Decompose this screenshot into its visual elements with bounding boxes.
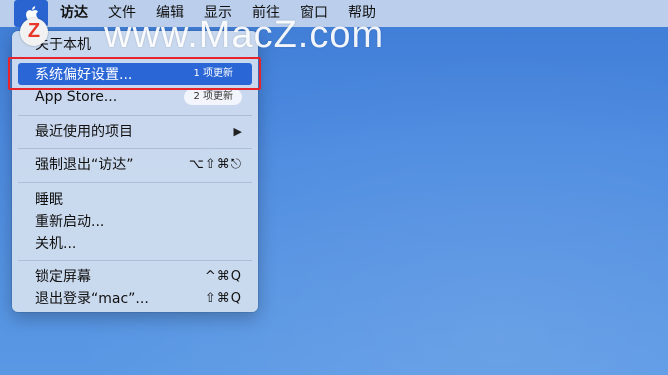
- menu-row-system-preferences[interactable]: 系统偏好设置... 1 项更新: [18, 63, 252, 85]
- apple-icon: [25, 5, 38, 22]
- menu-help[interactable]: 帮助: [338, 0, 386, 27]
- menu-row-recent-items[interactable]: 最近使用的项目 ▶: [18, 120, 252, 142]
- menu-row-logout[interactable]: 退出登录“mac”... ⇧⌘Q: [18, 287, 252, 309]
- force-quit-label: 强制退出“访达”: [35, 157, 134, 173]
- lock-screen-label: 锁定屏幕: [35, 269, 91, 285]
- shutdown-label: 关机...: [35, 236, 77, 252]
- restart-label: 重新启动...: [35, 214, 105, 230]
- logout-shortcut: ⇧⌘Q: [204, 290, 242, 306]
- desktop: 访达 文件 编辑 显示 前往 窗口 帮助 Z www.MacZ.com 关于本机…: [0, 0, 668, 375]
- menu-separator: [18, 260, 252, 261]
- recent-items-label: 最近使用的项目: [35, 124, 133, 140]
- sleep-label: 睡眠: [35, 192, 63, 208]
- menu-row-about[interactable]: 关于本机: [18, 33, 252, 55]
- logout-label: 退出登录“mac”...: [35, 291, 149, 307]
- about-label: 关于本机: [35, 37, 91, 53]
- menu-row-shutdown[interactable]: 关机...: [18, 232, 252, 254]
- menu-finder[interactable]: 访达: [48, 0, 98, 27]
- app-store-label: App Store...: [35, 89, 118, 105]
- apple-menu-dropdown: 关于本机 系统偏好设置... 1 项更新 App Store... 2 项更新 …: [12, 31, 258, 312]
- menu-row-lock-screen[interactable]: 锁定屏幕 ^⌘Q: [18, 265, 252, 287]
- system-preferences-label: 系统偏好设置...: [35, 67, 133, 83]
- menu-separator: [18, 115, 252, 116]
- force-quit-shortcut: ⌥⇧⌘⎋: [188, 156, 242, 172]
- update-badge: 2 项更新: [184, 89, 242, 105]
- menu-bar: 访达 文件 编辑 显示 前往 窗口 帮助: [0, 0, 668, 27]
- submenu-arrow-icon: ▶: [233, 124, 242, 138]
- update-badge: 1 项更新: [184, 66, 242, 82]
- menu-view[interactable]: 显示: [194, 0, 242, 27]
- menu-edit[interactable]: 编辑: [146, 0, 194, 27]
- lock-screen-shortcut: ^⌘Q: [204, 268, 242, 284]
- menu-row-sleep[interactable]: 睡眠: [18, 188, 252, 210]
- menu-file[interactable]: 文件: [98, 0, 146, 27]
- menu-window[interactable]: 窗口: [290, 0, 338, 27]
- menu-go[interactable]: 前往: [242, 0, 290, 27]
- menu-row-restart[interactable]: 重新启动...: [18, 210, 252, 232]
- menu-separator: [18, 58, 252, 59]
- apple-menu-button[interactable]: [14, 0, 48, 27]
- menu-row-app-store[interactable]: App Store... 2 项更新: [18, 86, 252, 108]
- menu-separator: [18, 182, 252, 183]
- menu-separator: [18, 148, 252, 149]
- menu-row-force-quit[interactable]: 强制退出“访达” ⌥⇧⌘⎋: [18, 153, 252, 175]
